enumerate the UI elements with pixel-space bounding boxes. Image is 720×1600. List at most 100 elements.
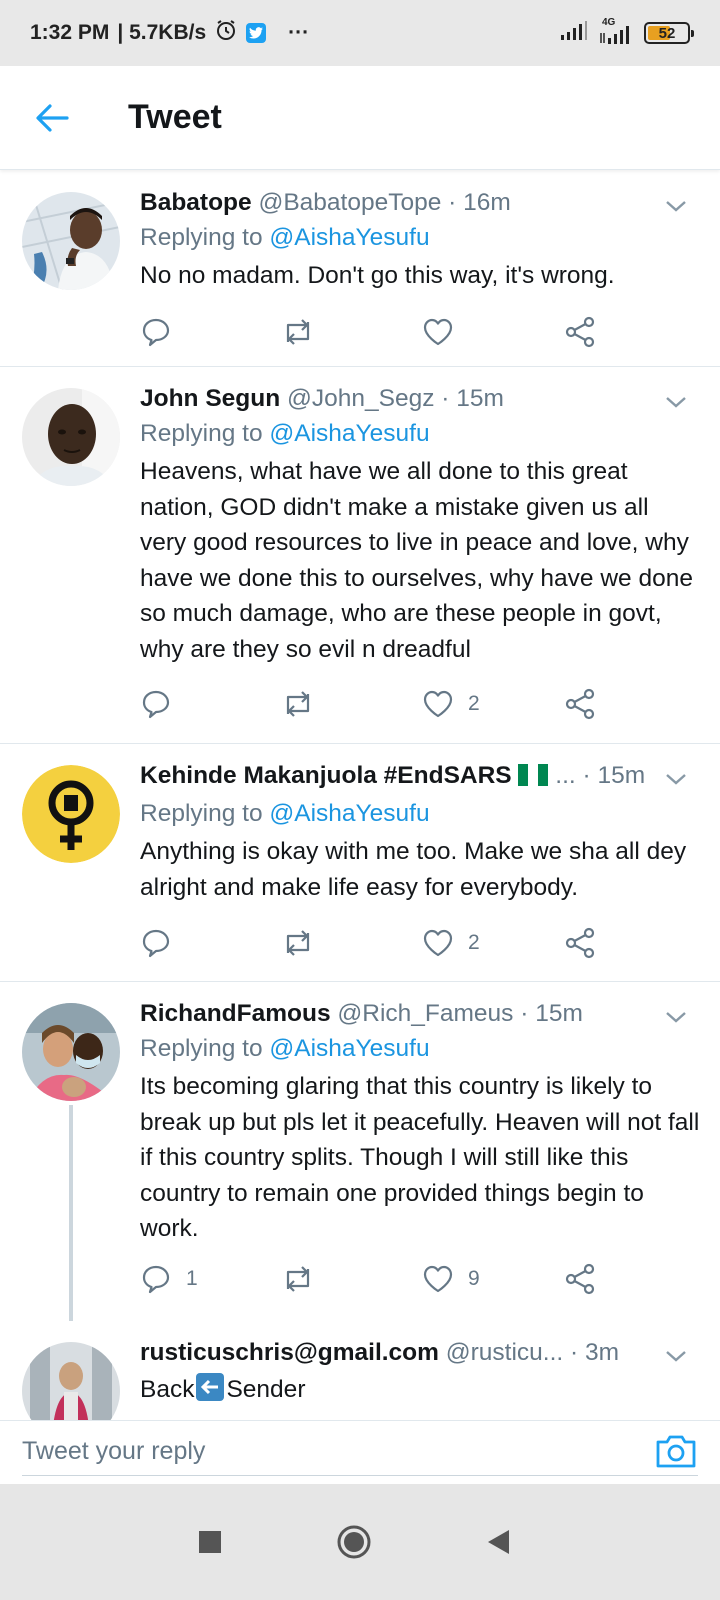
like-button[interactable]: 2 [422, 684, 480, 724]
author-handle[interactable]: @John_Segz [287, 385, 434, 412]
reply-icon [142, 690, 170, 719]
reply-button[interactable] [140, 923, 186, 963]
tweet-text: Anything is okay with me too. Make we sh… [140, 838, 687, 901]
avatar[interactable] [22, 192, 120, 290]
avatar[interactable] [22, 1003, 120, 1101]
avatar[interactable] [22, 1342, 120, 1420]
author-handle[interactable]: @rusticu... [446, 1339, 563, 1366]
thread-connector-line [69, 1105, 73, 1321]
reply-button[interactable] [140, 684, 186, 724]
replying-to-label: Replying to [140, 800, 263, 827]
retweet-button[interactable] [280, 923, 316, 963]
replying-to-label: Replying to [140, 1035, 263, 1062]
triangle-back-icon [488, 1530, 509, 1554]
tweet-item[interactable]: rusticuschris@gmail.com @rusticu... · 3m… [0, 1322, 720, 1420]
share-button[interactable] [564, 1259, 596, 1299]
nigeria-flag-icon [518, 762, 549, 796]
author-handle[interactable]: @BabatopeTope [258, 189, 441, 216]
mention-link[interactable]: @AishaYesufu [269, 224, 429, 251]
heart-icon [423, 690, 453, 718]
like-button[interactable] [422, 312, 468, 352]
reply-count: 1 [186, 1267, 198, 1290]
system-navigation-bar [0, 1484, 720, 1600]
reply-icon [142, 1265, 170, 1294]
reply-button[interactable] [140, 312, 186, 352]
tweet-menu-chevron-icon[interactable] [662, 1003, 690, 1031]
tweet-menu-chevron-icon[interactable] [662, 1342, 690, 1370]
retweet-icon [286, 930, 310, 956]
tweet-menu-chevron-icon[interactable] [662, 388, 690, 416]
like-count: 2 [468, 692, 480, 715]
author-name[interactable]: John Segun [140, 385, 280, 412]
status-bar: 1:32 PM | 5.7KB/s ··· 4G 52 [0, 0, 720, 66]
avatar[interactable] [22, 765, 120, 863]
tweet-text: Its becoming glaring that this country i… [140, 1073, 700, 1242]
tweet-time: · 15m [441, 385, 504, 412]
author-name[interactable]: Babatope [140, 189, 252, 216]
mention-link[interactable]: @AishaYesufu [269, 420, 429, 447]
author-handle[interactable]: @Rich_Fameus [337, 1000, 513, 1027]
share-button[interactable] [564, 312, 596, 352]
status-time: 1:32 PM [30, 21, 110, 44]
author-handle[interactable]: ... [555, 762, 575, 789]
author-name[interactable]: Kehinde Makanjuola #EndSARS [140, 762, 512, 789]
twitter-notification-icon [246, 23, 267, 43]
heart-icon [423, 318, 453, 346]
tweet-actions: 2 [140, 923, 700, 963]
reply-icon [142, 929, 170, 958]
share-icon [565, 688, 595, 720]
heart-icon [423, 1265, 453, 1293]
like-count: 2 [468, 931, 480, 954]
circle-home-icon [337, 1525, 371, 1559]
page-title: Tweet [128, 98, 222, 136]
author-name[interactable]: rusticuschris@gmail.com [140, 1339, 439, 1366]
reply-input[interactable] [22, 1429, 632, 1473]
replying-to-label: Replying to [140, 420, 263, 447]
app-header: Tweet [0, 66, 720, 170]
signal-4g-icon: 4G [598, 17, 634, 45]
avatar[interactable] [22, 388, 120, 486]
recents-button[interactable] [190, 1522, 230, 1562]
retweet-icon [286, 691, 310, 717]
tweet-text: Back Sender [140, 1372, 700, 1412]
tweet-time: · 15m [520, 1000, 583, 1027]
tweet-time: · 16m [448, 189, 511, 216]
back-arrow-icon [36, 103, 69, 132]
tweet-actions: 2 [140, 684, 700, 724]
tweet-menu-chevron-icon[interactable] [662, 192, 690, 220]
retweet-button[interactable] [280, 312, 316, 352]
back-arrow-emoji-icon [196, 1373, 225, 1412]
retweet-icon [286, 319, 310, 345]
share-button[interactable] [564, 923, 596, 963]
tweet-time: · 15m [582, 762, 646, 789]
mention-link[interactable]: @AishaYesufu [269, 1035, 429, 1062]
like-button[interactable]: 9 [422, 1259, 480, 1299]
camera-button[interactable] [654, 1431, 698, 1471]
tweet-item[interactable]: John Segun @John_Segz · 15m Replying to … [0, 368, 720, 744]
share-icon [565, 927, 595, 959]
back-nav-button[interactable] [478, 1522, 518, 1562]
reply-icon [142, 318, 170, 347]
tweet-item[interactable]: Kehinde Makanjuola #EndSARS ... · 15m Re… [0, 745, 720, 982]
tweet-item[interactable]: Babatope @BabatopeTope · 16m Replying to… [0, 172, 720, 367]
tweet-item[interactable]: RichandFamous @Rich_Fameus · 15m Replyin… [0, 983, 720, 1321]
reply-underline [22, 1475, 698, 1476]
home-button[interactable] [334, 1522, 374, 1562]
mention-link[interactable]: @AishaYesufu [269, 800, 429, 827]
retweet-button[interactable] [280, 1259, 316, 1299]
reply-button[interactable]: 1 [140, 1259, 198, 1299]
alarm-icon [214, 18, 238, 48]
tweet-time: · 3m [570, 1339, 620, 1366]
reply-composer [0, 1420, 720, 1484]
share-button[interactable] [564, 684, 596, 724]
heart-icon [423, 929, 453, 957]
reply-feed[interactable]: Babatope @BabatopeTope · 16m Replying to… [0, 172, 720, 1420]
back-button[interactable] [22, 88, 82, 148]
tweet-menu-chevron-icon[interactable] [662, 765, 690, 793]
author-name[interactable]: RichandFamous [140, 1000, 331, 1027]
tweet-text: Heavens, what have we all done to this g… [140, 458, 693, 663]
tweet-actions [140, 312, 700, 352]
like-button[interactable]: 2 [422, 923, 480, 963]
retweet-button[interactable] [280, 684, 316, 724]
square-icon [199, 1531, 221, 1553]
